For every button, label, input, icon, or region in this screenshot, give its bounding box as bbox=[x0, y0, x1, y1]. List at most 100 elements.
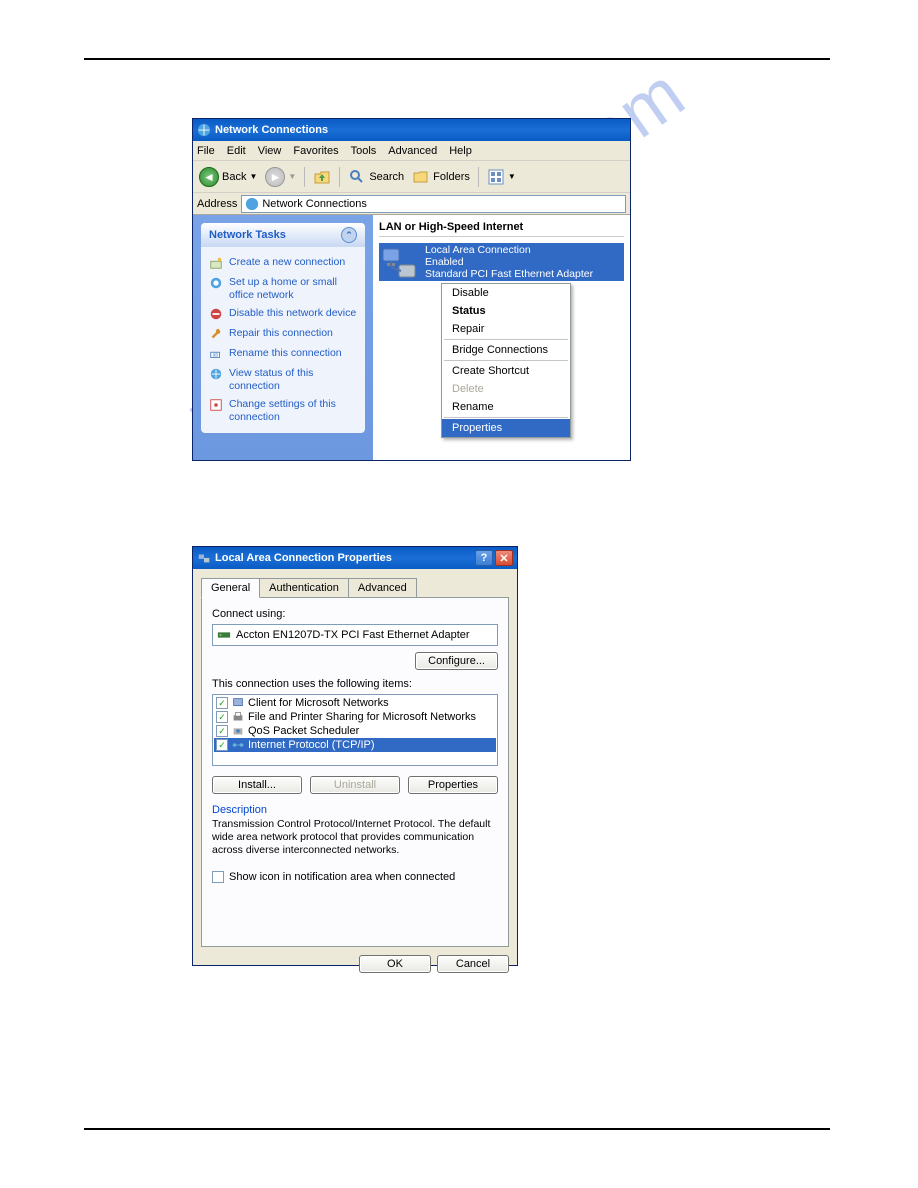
item-label: QoS Packet Scheduler bbox=[248, 725, 359, 737]
checkbox-checked-icon[interactable]: ✓ bbox=[216, 739, 228, 751]
forward-icon: ► bbox=[265, 167, 285, 187]
folders-button[interactable]: Folders bbox=[412, 168, 470, 186]
task-create-connection[interactable]: Create a new connection bbox=[209, 253, 357, 273]
back-button[interactable]: ◄ Back ▼ bbox=[199, 167, 257, 187]
views-button[interactable]: ▼ bbox=[487, 168, 516, 186]
task-setup-network[interactable]: Set up a home or small office network bbox=[209, 273, 357, 304]
show-icon-row[interactable]: ✓ Show icon in notification area when co… bbox=[212, 871, 498, 883]
checkbox-checked-icon[interactable]: ✓ bbox=[216, 711, 228, 723]
menu-status[interactable]: Status bbox=[442, 302, 570, 320]
menu-help[interactable]: Help bbox=[449, 145, 472, 157]
window-title: Network Connections bbox=[215, 124, 328, 136]
forward-button[interactable]: ► ▼ bbox=[265, 167, 296, 187]
task-disable-device[interactable]: Disable this network device bbox=[209, 304, 357, 324]
window-title: Local Area Connection Properties bbox=[215, 552, 392, 564]
folder-up-icon bbox=[313, 168, 331, 186]
context-menu: Disable Status Repair Bridge Connections… bbox=[441, 283, 571, 438]
install-button[interactable]: Install... bbox=[212, 776, 302, 794]
ok-button[interactable]: OK bbox=[359, 955, 431, 973]
divider bbox=[339, 167, 340, 187]
chevron-down-icon: ▼ bbox=[508, 172, 516, 181]
connection-icon bbox=[379, 243, 419, 283]
chevron-down-icon: ▼ bbox=[249, 172, 257, 181]
menu-disable[interactable]: Disable bbox=[442, 284, 570, 302]
task-label: Create a new connection bbox=[229, 256, 345, 269]
item-label: Internet Protocol (TCP/IP) bbox=[248, 739, 375, 751]
tab-authentication[interactable]: Authentication bbox=[259, 578, 349, 598]
back-label: Back bbox=[222, 171, 246, 183]
task-repair[interactable]: Repair this connection bbox=[209, 324, 357, 344]
tasks-list: Create a new connection Set up a home or… bbox=[201, 247, 365, 433]
checkbox-unchecked-icon[interactable]: ✓ bbox=[212, 871, 224, 883]
description-title: Description bbox=[212, 804, 498, 816]
adapter-display: Accton EN1207D-TX PCI Fast Ethernet Adap… bbox=[212, 624, 498, 646]
task-rename[interactable]: abRename this connection bbox=[209, 344, 357, 364]
task-view-status[interactable]: View status of this connection bbox=[209, 364, 357, 395]
menu-file[interactable]: File bbox=[197, 145, 215, 157]
adapter-icon bbox=[217, 628, 231, 642]
search-button[interactable]: Search bbox=[348, 168, 404, 186]
tab-advanced[interactable]: Advanced bbox=[348, 578, 417, 598]
address-label: Address bbox=[197, 198, 237, 210]
close-button[interactable]: ✕ bbox=[495, 550, 513, 566]
connection-icon bbox=[197, 551, 211, 565]
globe-icon bbox=[209, 367, 223, 381]
menu-rename[interactable]: Rename bbox=[442, 398, 570, 416]
folders-label: Folders bbox=[433, 171, 470, 183]
disable-icon bbox=[209, 307, 223, 321]
collapse-icon[interactable]: ⌃ bbox=[341, 227, 357, 243]
page-rule-top bbox=[84, 58, 830, 60]
printer-icon bbox=[231, 710, 245, 724]
item-file-sharing[interactable]: ✓ File and Printer Sharing for Microsoft … bbox=[214, 710, 496, 724]
menu-edit[interactable]: Edit bbox=[227, 145, 246, 157]
items-list[interactable]: ✓ Client for Microsoft Networks ✓ File and… bbox=[212, 694, 498, 766]
checkbox-checked-icon[interactable]: ✓ bbox=[216, 697, 228, 709]
protocol-icon bbox=[231, 738, 245, 752]
menu-repair[interactable]: Repair bbox=[442, 320, 570, 338]
client-icon bbox=[231, 696, 245, 710]
back-icon: ◄ bbox=[199, 167, 219, 187]
divider bbox=[478, 167, 479, 187]
configure-button[interactable]: Configure... bbox=[415, 652, 498, 670]
checkbox-checked-icon[interactable]: ✓ bbox=[216, 725, 228, 737]
up-button[interactable] bbox=[313, 168, 331, 186]
network-icon bbox=[197, 123, 211, 137]
menu-bridge[interactable]: Bridge Connections bbox=[442, 341, 570, 359]
network-icon bbox=[245, 197, 259, 211]
menu-view[interactable]: View bbox=[258, 145, 282, 157]
settings-icon bbox=[209, 398, 223, 412]
menu-advanced[interactable]: Advanced bbox=[388, 145, 437, 157]
titlebar[interactable]: Local Area Connection Properties ? ✕ bbox=[193, 547, 517, 569]
tab-general[interactable]: General bbox=[201, 578, 260, 598]
task-change-settings[interactable]: Change settings of this connection bbox=[209, 395, 357, 426]
item-tcpip[interactable]: ✓ Internet Protocol (TCP/IP) bbox=[214, 738, 496, 752]
content-panel: LAN or High-Speed Internet Local Area Co… bbox=[373, 215, 630, 460]
views-icon bbox=[487, 168, 505, 186]
properties-button[interactable]: Properties bbox=[408, 776, 498, 794]
item-label: File and Printer Sharing for Microsoft N… bbox=[248, 711, 476, 723]
menu-delete: Delete bbox=[442, 380, 570, 398]
item-label: Client for Microsoft Networks bbox=[248, 697, 389, 709]
cancel-button[interactable]: Cancel bbox=[437, 955, 509, 973]
menu-shortcut[interactable]: Create Shortcut bbox=[442, 362, 570, 380]
divider bbox=[304, 167, 305, 187]
item-qos[interactable]: ✓ QoS Packet Scheduler bbox=[214, 724, 496, 738]
network-connections-window: Network Connections File Edit View Favor… bbox=[192, 118, 631, 461]
tabs: General Authentication Advanced bbox=[201, 578, 509, 598]
menu-tools[interactable]: Tools bbox=[351, 145, 377, 157]
menu-favorites[interactable]: Favorites bbox=[293, 145, 338, 157]
titlebar[interactable]: Network Connections bbox=[193, 119, 630, 141]
tasks-header[interactable]: Network Tasks ⌃ bbox=[201, 223, 365, 247]
folders-icon bbox=[412, 168, 430, 186]
connect-using-label: Connect using: bbox=[212, 608, 498, 620]
address-value: Network Connections bbox=[262, 198, 367, 210]
separator bbox=[444, 417, 568, 418]
help-button[interactable]: ? bbox=[475, 550, 493, 566]
address-input[interactable]: Network Connections bbox=[241, 195, 626, 213]
tasks-header-label: Network Tasks bbox=[209, 229, 286, 241]
home-network-icon bbox=[209, 276, 223, 290]
task-label: View status of this connection bbox=[229, 367, 357, 392]
separator bbox=[444, 339, 568, 340]
item-client[interactable]: ✓ Client for Microsoft Networks bbox=[214, 696, 496, 710]
menu-properties[interactable]: Properties bbox=[442, 419, 570, 437]
